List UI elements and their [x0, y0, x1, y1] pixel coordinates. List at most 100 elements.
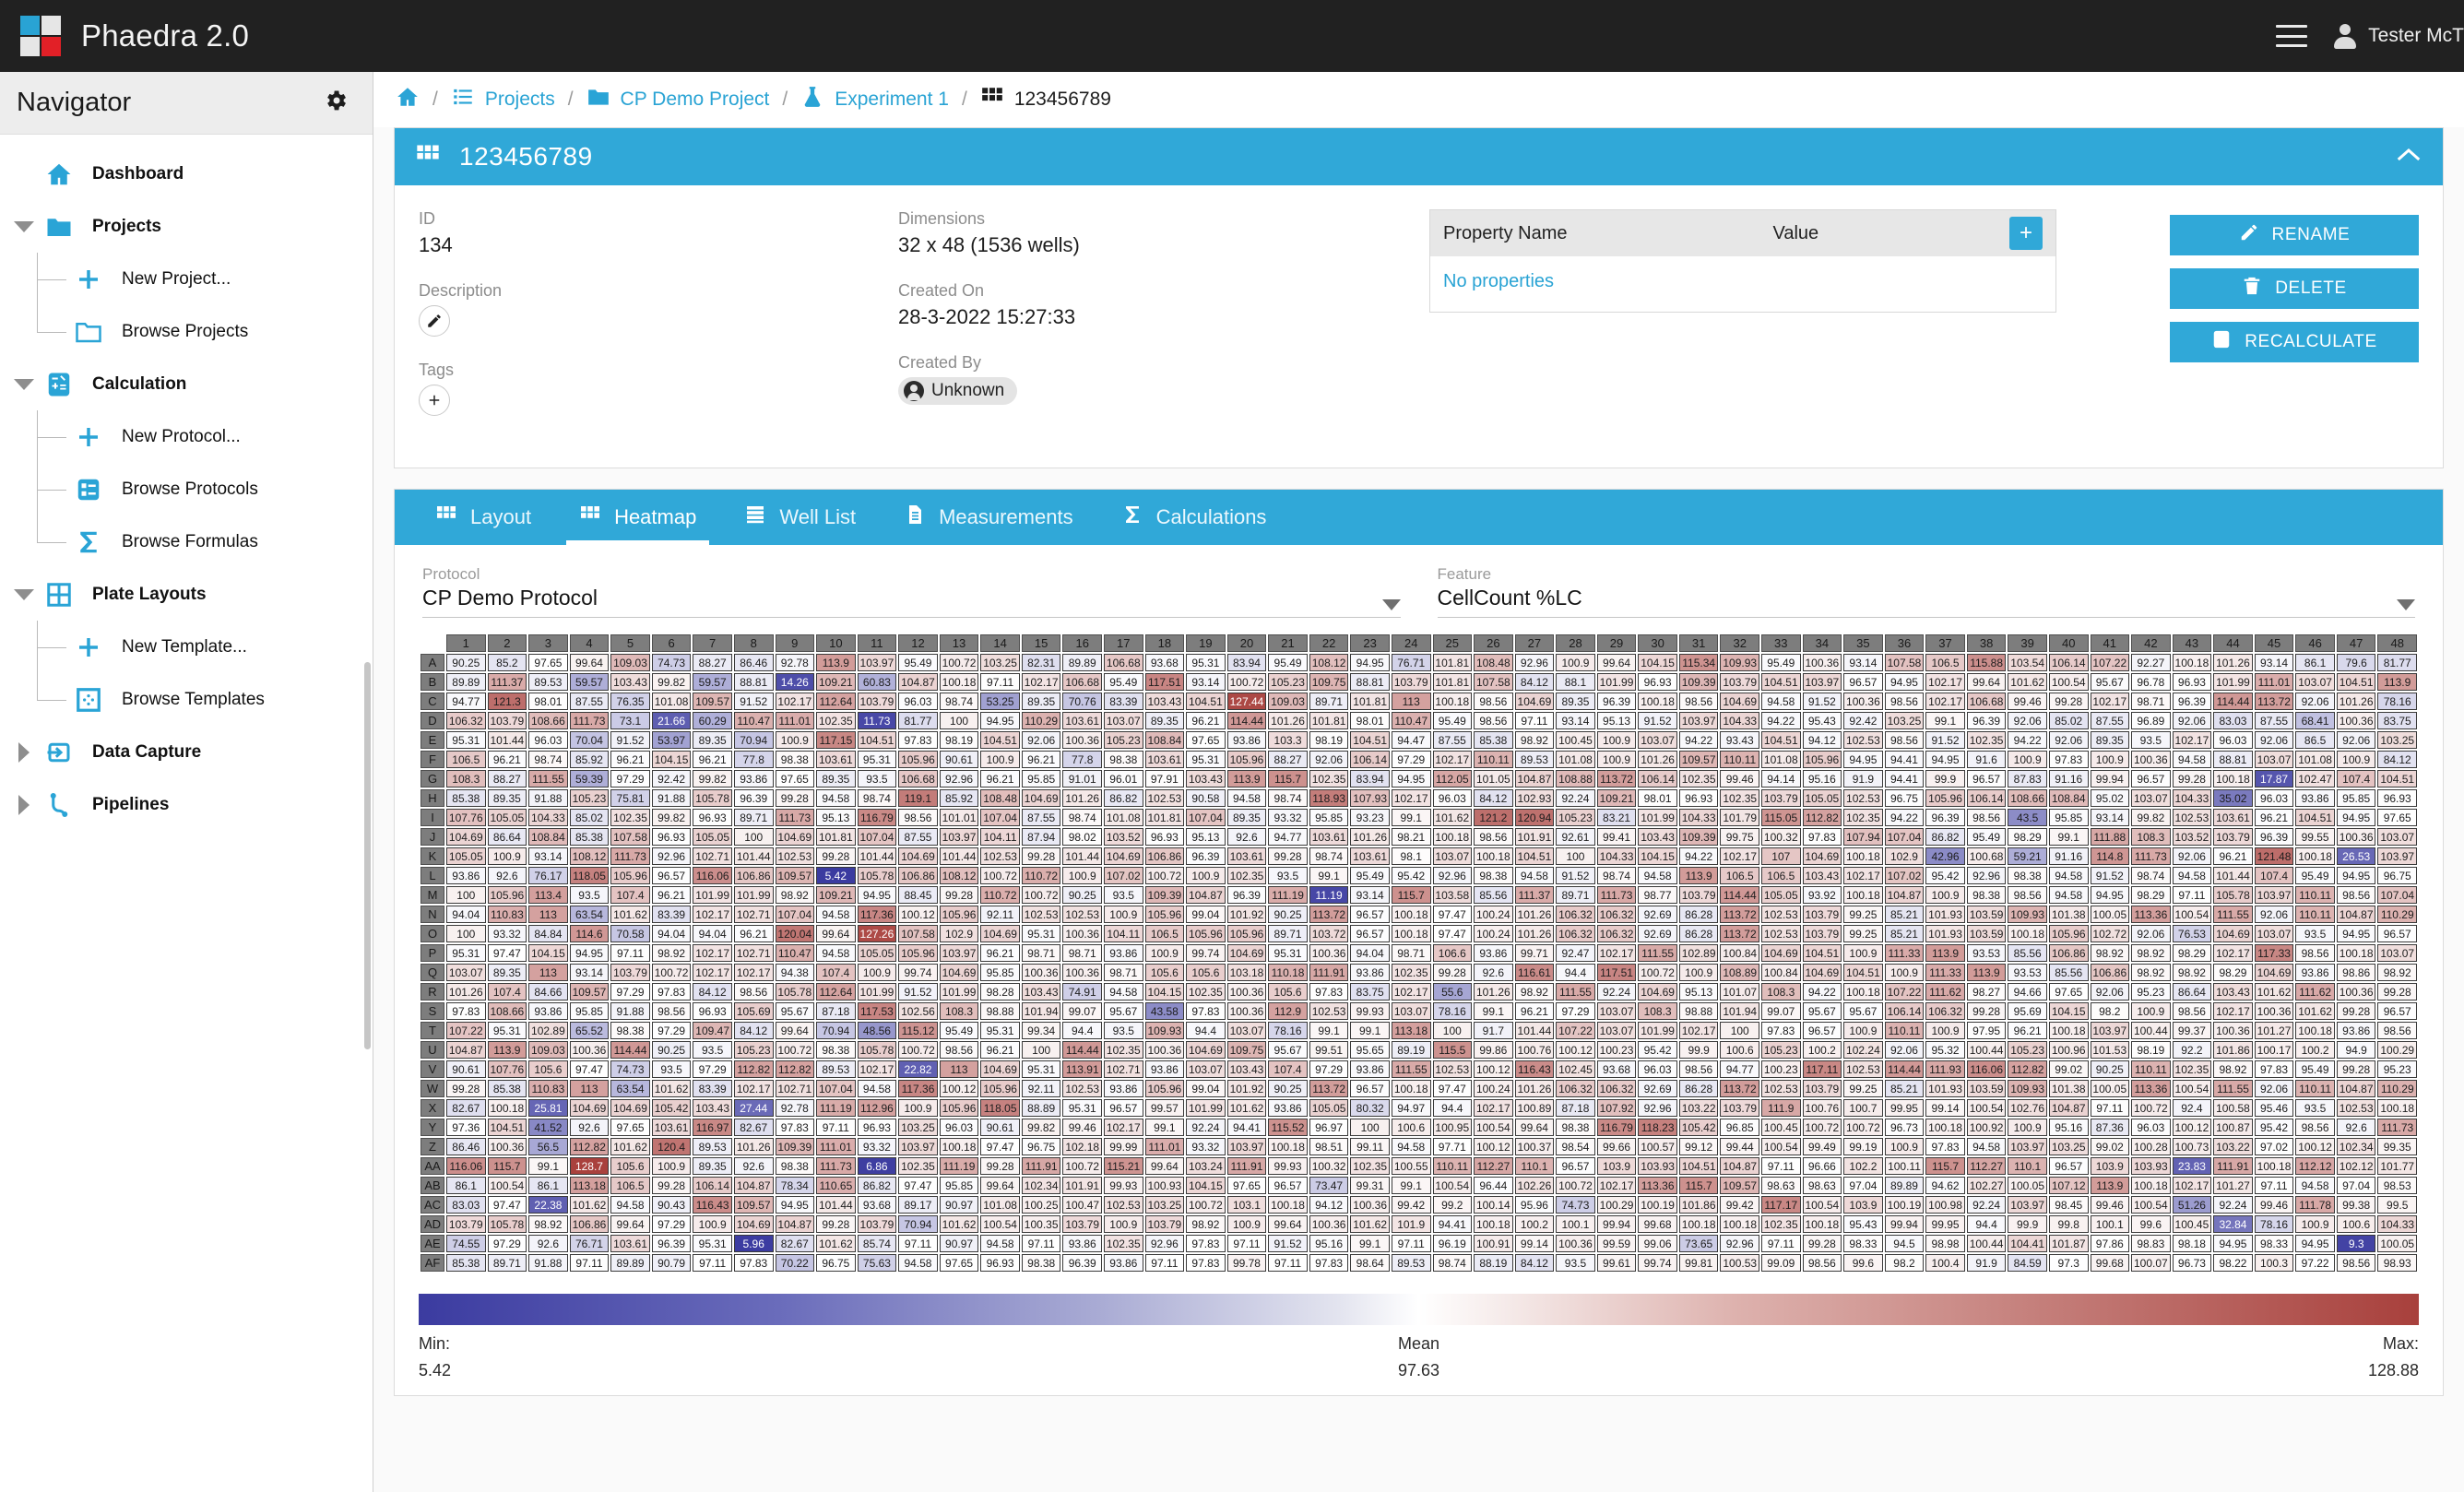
heatmap-cell[interactable]: 98.18	[2173, 1235, 2212, 1252]
heatmap-cell[interactable]: 96.66	[1803, 1157, 1842, 1175]
heatmap-cell[interactable]: 105.78	[858, 1041, 897, 1059]
heatmap-cell[interactable]: 101.26	[1515, 906, 1555, 923]
heatmap-cell[interactable]: 105.78	[693, 789, 732, 807]
heatmap-cell[interactable]: 107.58	[610, 828, 650, 846]
heatmap-cell[interactable]: 99.5	[2377, 1196, 2417, 1214]
heatmap-cell[interactable]: 94.58	[2173, 751, 2212, 768]
heatmap-cell[interactable]: 83.75	[2377, 712, 2417, 729]
heatmap-cell[interactable]: 88.45	[898, 886, 938, 904]
heatmap-cell[interactable]: 107.92	[1597, 1099, 1637, 1117]
heatmap-cell[interactable]: 89.53	[816, 1060, 856, 1078]
heatmap-cell[interactable]: 73.65	[1679, 1235, 1719, 1252]
heatmap-cell[interactable]: 105.96	[940, 906, 979, 923]
heatmap-cell[interactable]: 106.14	[2049, 654, 2089, 671]
heatmap-cell[interactable]: 101.93	[1925, 1080, 1965, 1097]
heatmap-cell[interactable]: 87.55	[1433, 731, 1473, 749]
heatmap-cell[interactable]: 100.58	[2213, 1099, 2253, 1117]
heatmap-cell[interactable]: 48.56	[858, 1022, 897, 1039]
heatmap-cell[interactable]: 102.89	[1679, 944, 1719, 962]
heatmap-cell[interactable]: 96.21	[980, 770, 1020, 787]
heatmap-cell[interactable]: 97.47	[488, 944, 527, 962]
heatmap-cell[interactable]: 97.47	[980, 1138, 1020, 1155]
heatmap-cell[interactable]: 100.72	[1843, 1119, 1883, 1136]
heatmap-cell[interactable]: 99.28	[2337, 1060, 2376, 1078]
heatmap-cell[interactable]: 100.36	[1227, 983, 1267, 1001]
heatmap-cell[interactable]: 100	[940, 712, 979, 729]
heatmap-cell[interactable]: 102.17	[693, 906, 732, 923]
heatmap-cell[interactable]: 86.1	[528, 1177, 568, 1194]
heatmap-cell[interactable]: 83.03	[446, 1196, 486, 1214]
heatmap-cell[interactable]: 86.82	[858, 1177, 897, 1194]
heatmap-cell[interactable]: 103.79	[2213, 828, 2253, 846]
heatmap-cell[interactable]: 113.18	[1392, 1022, 1431, 1039]
heatmap-cell[interactable]: 115.7	[488, 1157, 527, 1175]
heatmap-cell[interactable]: 99.82	[652, 673, 692, 691]
heatmap-cell[interactable]: 96.57	[2131, 770, 2171, 787]
heatmap-cell[interactable]: 100.18	[1433, 693, 1473, 710]
heatmap-cell[interactable]: 26.53	[2337, 847, 2376, 865]
heatmap-cell[interactable]: 93.5	[2295, 1099, 2335, 1117]
heatmap-cell[interactable]: 111.55	[1556, 983, 1595, 1001]
heatmap-cell[interactable]: 104.33	[1597, 847, 1637, 865]
heatmap-cell[interactable]: 100.12	[2173, 1119, 2212, 1136]
heatmap-cell[interactable]: 116.79	[1597, 1119, 1637, 1136]
heatmap-cell[interactable]: 101.99	[1638, 809, 1677, 826]
heatmap-cell[interactable]: 104.69	[1803, 847, 1842, 865]
chevron-down-icon[interactable]	[9, 589, 39, 600]
heatmap-cell[interactable]: 100.29	[1597, 1196, 1637, 1214]
heatmap-cell[interactable]: 100.36	[570, 1041, 610, 1059]
heatmap-cell[interactable]: 100.18	[1392, 1080, 1431, 1097]
heatmap-cell[interactable]: 102.17	[2173, 1177, 2212, 1194]
heatmap-cell[interactable]: 102.17	[2173, 731, 2212, 749]
heatmap-cell[interactable]: 103.97	[1803, 673, 1842, 691]
heatmap-cell[interactable]: 89.35	[1556, 693, 1595, 710]
heatmap-cell[interactable]: 99.28	[1967, 1002, 2007, 1020]
heatmap-cell[interactable]: 103.07	[446, 964, 486, 981]
heatmap-cell[interactable]: 96.57	[2377, 925, 2417, 942]
heatmap-cell[interactable]: 97.83	[446, 1002, 486, 1020]
heatmap-cell[interactable]: 95.13	[1186, 828, 1226, 846]
heatmap-cell[interactable]: 94.95	[2213, 1235, 2253, 1252]
heatmap-cell[interactable]: 92.42	[652, 770, 692, 787]
heatmap-cell[interactable]: 100.05	[2091, 1080, 2130, 1097]
heatmap-cell[interactable]: 108.48	[1474, 654, 1513, 671]
heatmap-cell[interactable]: 99.1	[1145, 1119, 1185, 1136]
heatmap-cell[interactable]: 97.04	[1843, 1177, 1883, 1194]
heatmap-cell[interactable]: 111.73	[2377, 1119, 2417, 1136]
heatmap-cell[interactable]: 95.02	[2091, 789, 2130, 807]
heatmap-cell[interactable]: 101.94	[1022, 1002, 1061, 1020]
heatmap-cell[interactable]: 96.21	[1186, 712, 1226, 729]
heatmap-cell[interactable]: 87.36	[2091, 1119, 2130, 1136]
heatmap-cell[interactable]: 83.39	[1104, 693, 1143, 710]
heatmap-cell[interactable]: 94.5	[1885, 1235, 1925, 1252]
heatmap-cell[interactable]: 103.3	[1268, 731, 1308, 749]
heatmap-cell[interactable]: 92.6	[734, 1157, 774, 1175]
sidebar-scrollbar[interactable]	[364, 662, 371, 1049]
heatmap-cell[interactable]: 98.71	[1104, 964, 1143, 981]
heatmap-cell[interactable]: 102.53	[1062, 906, 1102, 923]
heatmap-cell[interactable]: 103.07	[1433, 847, 1473, 865]
heatmap-cell[interactable]: 93.53	[2008, 964, 2047, 981]
heatmap-cell[interactable]: 109.93	[1145, 1022, 1185, 1039]
heatmap-cell[interactable]: 83.39	[652, 906, 692, 923]
heatmap-cell[interactable]: 85.56	[2049, 964, 2089, 981]
heatmap-cell[interactable]: 105.05	[1803, 789, 1842, 807]
heatmap-cell[interactable]: 94.58	[1104, 983, 1143, 1001]
heatmap-cell[interactable]: 63.54	[570, 906, 610, 923]
heatmap-cell[interactable]: 101.07	[1720, 983, 1759, 1001]
heatmap-cell[interactable]: 100.07	[2131, 1254, 2171, 1272]
heatmap-cell[interactable]: 95.49	[1433, 712, 1473, 729]
heatmap-cell[interactable]: 98.38	[1967, 886, 2007, 904]
heatmap-cell[interactable]: 101.44	[1062, 847, 1102, 865]
heatmap-cell[interactable]: 105.96	[980, 1080, 1020, 1097]
heatmap-cell[interactable]: 95.43	[1843, 1215, 1883, 1233]
heatmap-cell[interactable]: 102.71	[734, 944, 774, 962]
heatmap-cell[interactable]: 100.36	[1309, 944, 1349, 962]
heatmap-cell[interactable]: 92.69	[1638, 1080, 1677, 1097]
heatmap-cell[interactable]: 111.37	[1515, 886, 1555, 904]
heatmap-cell[interactable]: 100.18	[1638, 693, 1677, 710]
heatmap-cell[interactable]: 97.22	[2295, 1254, 2335, 1272]
heatmap-cell[interactable]: 96.03	[528, 731, 568, 749]
heatmap-cell[interactable]: 101.81	[1433, 673, 1473, 691]
heatmap-cell[interactable]: 102.35	[1843, 809, 1883, 826]
